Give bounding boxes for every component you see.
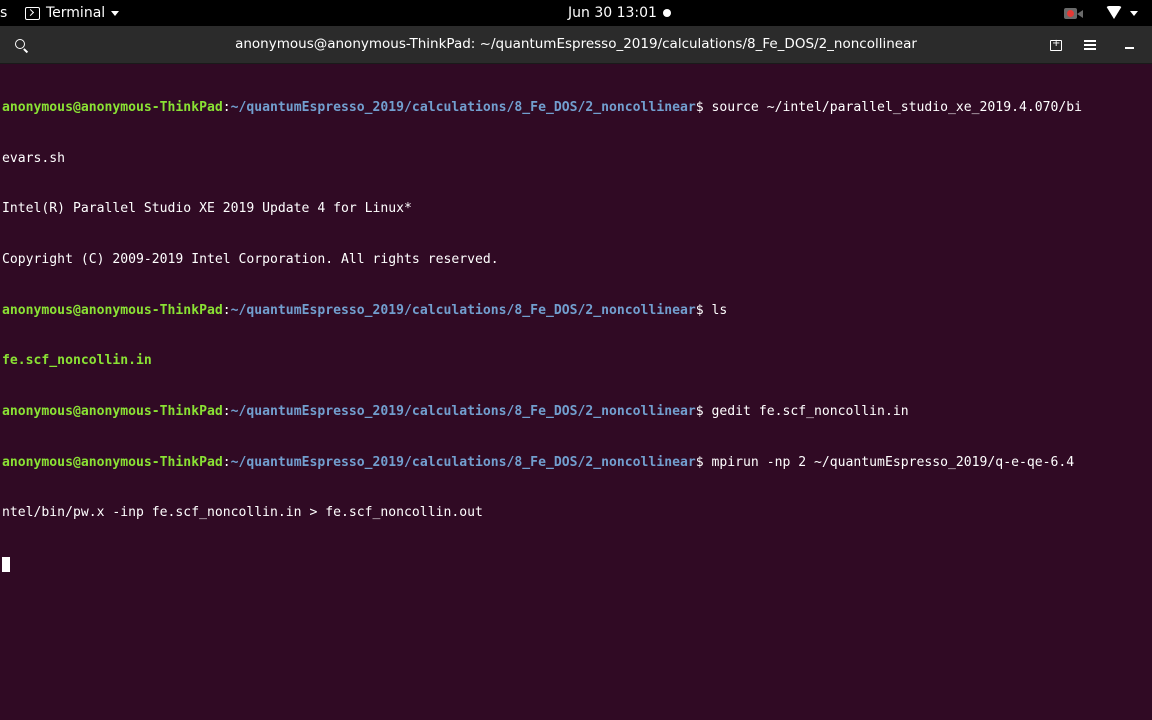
terminal-line: anonymous@anonymous-ThinkPad:~/quantumEs…: [2, 404, 1082, 421]
command-text: ls: [711, 302, 728, 318]
command-text: gedit fe.scf_noncollin.in: [711, 404, 909, 420]
prompt-path: ~/quantumEspresso_2019/calculations/8_Fe…: [230, 99, 696, 115]
clock-text: Jun 30 13:01: [568, 5, 657, 21]
app-menu-label: Terminal: [46, 5, 106, 21]
command-text: mpirun -np 2 ~/quantumEspresso_2019/q-e-…: [711, 454, 1075, 470]
new-tab-button[interactable]: [1045, 34, 1067, 56]
chevron-down-icon[interactable]: [1130, 10, 1138, 16]
output-text: Copyright (C) 2009-2019 Intel Corporatio…: [2, 251, 499, 267]
wifi-icon[interactable]: [1106, 6, 1122, 20]
terminal-icon: [25, 6, 40, 20]
prompt-path: ~/quantumEspresso_2019/calculations/8_Fe…: [230, 404, 696, 420]
notification-dot-icon: [662, 9, 671, 17]
screen-record-icon[interactable]: [1064, 7, 1084, 20]
output-text: evars.sh: [2, 150, 66, 166]
prompt-dollar: $: [695, 454, 712, 470]
minimize-icon: [1124, 47, 1134, 49]
menu-button[interactable]: [1079, 34, 1101, 56]
terminal-line: ntel/bin/pw.x -inp fe.scf_noncollin.in >…: [2, 505, 1082, 522]
window-titlebar[interactable]: anonymous@anonymous-ThinkPad: ~/quantumE…: [0, 26, 1152, 64]
hamburger-menu-icon: [1084, 40, 1096, 50]
prompt-user: anonymous@anonymous-ThinkPad: [2, 454, 223, 470]
prompt-user: anonymous@anonymous-ThinkPad: [2, 302, 223, 318]
search-button[interactable]: [10, 34, 32, 56]
system-tray[interactable]: [1064, 0, 1138, 26]
terminal-line: anonymous@anonymous-ThinkPad:~/quantumEs…: [2, 455, 1082, 472]
new-tab-icon: [1050, 38, 1062, 51]
prompt-colon: :: [222, 302, 231, 318]
terminal-line: Intel(R) Parallel Studio XE 2019 Update …: [2, 201, 1082, 218]
prompt-colon: :: [222, 99, 231, 115]
prompt-user: anonymous@anonymous-ThinkPad: [2, 404, 223, 420]
search-icon: [14, 38, 25, 49]
prompt-dollar: $: [695, 302, 712, 318]
activities-button[interactable]: s: [0, 0, 7, 26]
terminal-line: anonymous@anonymous-ThinkPad:~/quantumEs…: [2, 100, 1082, 117]
terminal-line: evars.sh: [2, 151, 1082, 168]
app-menu-terminal[interactable]: Terminal: [25, 0, 120, 26]
top-bar: s Terminal Jun 30 13:01: [0, 0, 1152, 26]
prompt-dollar: $: [695, 99, 712, 115]
prompt-colon: :: [222, 454, 231, 470]
prompt-path: ~/quantumEspresso_2019/calculations/8_Fe…: [230, 302, 696, 318]
minimize-button[interactable]: [1118, 34, 1140, 56]
clock-button[interactable]: Jun 30 13:01: [568, 0, 671, 26]
output-text: ntel/bin/pw.x -inp fe.scf_noncollin.in >…: [2, 505, 483, 521]
terminal-area[interactable]: anonymous@anonymous-ThinkPad:~/quantumEs…: [0, 64, 1152, 720]
prompt-user: anonymous@anonymous-ThinkPad: [2, 99, 223, 115]
command-text: source ~/intel/parallel_studio_xe_2019.4…: [711, 99, 1083, 115]
output-text: Intel(R) Parallel Studio XE 2019 Update …: [2, 201, 412, 217]
prompt-path: ~/quantumEspresso_2019/calculations/8_Fe…: [230, 454, 696, 470]
terminal-output: anonymous@anonymous-ThinkPad:~/quantumEs…: [2, 66, 1082, 607]
terminal-line: [2, 556, 1082, 573]
prompt-dollar: $: [695, 404, 712, 420]
terminal-line: Copyright (C) 2009-2019 Intel Corporatio…: [2, 252, 1082, 269]
chevron-down-icon: [111, 10, 120, 16]
terminal-cursor: [2, 557, 10, 573]
ls-file-entry: fe.scf_noncollin.in: [2, 353, 152, 369]
terminal-line: anonymous@anonymous-ThinkPad:~/quantumEs…: [2, 303, 1082, 320]
prompt-colon: :: [222, 404, 231, 420]
terminal-line: fe.scf_noncollin.in: [2, 353, 1082, 370]
window-title: anonymous@anonymous-ThinkPad: ~/quantumE…: [235, 36, 917, 52]
